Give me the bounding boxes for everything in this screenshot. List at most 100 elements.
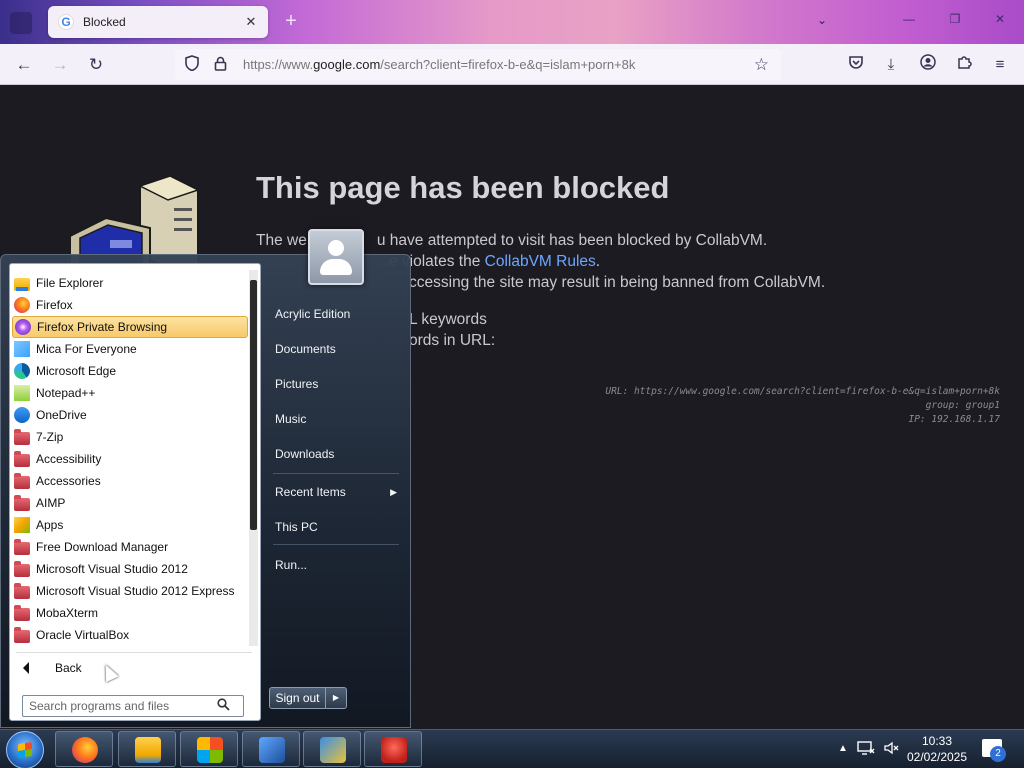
program-label: Microsoft Visual Studio 2012 xyxy=(36,562,188,576)
close-window-icon[interactable]: ✕ xyxy=(990,12,1010,26)
place-label: Pictures xyxy=(275,377,319,391)
bookmark-star-icon[interactable]: ☆ xyxy=(754,55,769,75)
taskbar-button[interactable] xyxy=(55,731,113,767)
taskbar-button[interactable] xyxy=(118,731,176,767)
tab-title: Blocked xyxy=(83,15,126,29)
pocket-icon[interactable] xyxy=(845,54,867,76)
tab-blocked[interactable]: G Blocked ✕ xyxy=(48,6,268,38)
program-label: AIMP xyxy=(36,496,66,510)
menu-hamburger-icon[interactable]: ≡ xyxy=(989,54,1011,76)
program-item[interactable]: MobaXterm xyxy=(12,602,248,624)
firefox-icon xyxy=(72,737,98,763)
program-item[interactable]: Firefox xyxy=(12,294,248,316)
program-label: Free Download Manager xyxy=(36,540,169,554)
program-item[interactable]: Apps xyxy=(12,514,248,536)
restore-icon[interactable]: ❐ xyxy=(945,12,965,26)
network-icon[interactable] xyxy=(857,740,875,759)
blocked-message-line-3: ccessing the site may result in being ba… xyxy=(409,274,826,291)
extensions-icon[interactable] xyxy=(953,54,975,76)
start-place-downloads[interactable]: Downloads xyxy=(275,443,399,465)
program-item[interactable]: Accessories xyxy=(12,470,248,492)
program-label: Firefox xyxy=(36,298,73,312)
place-label: This PC xyxy=(275,520,318,534)
shield-icon[interactable] xyxy=(181,55,203,74)
program-label: Accessibility xyxy=(36,452,102,466)
taskbar-button[interactable] xyxy=(303,731,361,767)
program-item[interactable]: 7-Zip xyxy=(12,426,248,448)
program-label: 7-Zip xyxy=(36,430,64,444)
start-place-music[interactable]: Music xyxy=(275,408,399,430)
program-item[interactable]: Accessibility xyxy=(12,448,248,470)
program-item[interactable]: File Explorer xyxy=(12,272,248,294)
start-orb-button[interactable] xyxy=(6,731,44,768)
mica-icon xyxy=(14,341,30,357)
folder-icon xyxy=(14,451,30,467)
program-item[interactable]: Microsoft Visual Studio 2012 Express xyxy=(12,580,248,602)
minimize-icon[interactable]: — xyxy=(899,12,919,26)
url-text[interactable]: https://www.google.com/search?client=fir… xyxy=(243,57,635,72)
start-search-box[interactable] xyxy=(22,695,244,717)
taskbar-button[interactable] xyxy=(364,731,422,767)
places-divider xyxy=(273,473,399,474)
all-programs-panel: File Explorer Firefox Firefox Private Brow… xyxy=(9,263,261,721)
start-place-acrylic-edition[interactable]: Acrylic Edition xyxy=(275,303,399,325)
sign-out-button[interactable]: Sign out xyxy=(269,687,326,709)
firefox-icon xyxy=(14,297,30,313)
volume-muted-icon[interactable] xyxy=(883,740,899,759)
system-clock[interactable]: 10:33 02/02/2025 xyxy=(902,733,972,765)
new-tab-button[interactable]: + xyxy=(281,10,301,33)
account-icon[interactable] xyxy=(917,54,939,76)
folder-icon xyxy=(14,473,30,489)
start-place-documents[interactable]: Documents xyxy=(275,338,399,360)
program-item[interactable]: Mica For Everyone xyxy=(12,338,248,360)
search-input[interactable] xyxy=(29,699,215,713)
start-place-run[interactable]: Run... xyxy=(275,554,399,576)
program-item[interactable]: Microsoft Edge xyxy=(12,360,248,382)
place-label: Downloads xyxy=(275,447,335,461)
taskbar-button[interactable] xyxy=(242,731,300,767)
list-all-tabs-icon[interactable]: ⌄ xyxy=(817,13,827,27)
user-avatar[interactable] xyxy=(308,229,364,285)
lock-icon[interactable] xyxy=(209,56,231,74)
firefox-private-icon xyxy=(15,319,31,335)
program-list-scrollbar[interactable] xyxy=(249,270,258,646)
scrollbar-thumb[interactable] xyxy=(250,280,257,530)
back-button[interactable]: Back xyxy=(18,656,248,680)
program-label: Oracle VirtualBox xyxy=(36,628,130,642)
downloads-icon[interactable]: ⤓ xyxy=(880,54,902,76)
computer-illustration-icon xyxy=(70,176,200,266)
program-label: Microsoft Edge xyxy=(36,364,117,378)
firefox-view-button[interactable] xyxy=(10,12,32,34)
navigation-toolbar: ← → ↻ https://www.google.com/search?clie… xyxy=(0,44,1024,85)
search-icon[interactable] xyxy=(217,698,230,714)
back-arrow-icon[interactable]: ← xyxy=(11,53,37,77)
folder-icon xyxy=(14,495,30,511)
program-label: Accessories xyxy=(36,474,101,488)
program-item[interactable]: Free Download Manager xyxy=(12,536,248,558)
taskbar-button[interactable] xyxy=(180,731,238,767)
start-place-recent-items[interactable]: Recent Items ▶ xyxy=(275,481,399,503)
program-item[interactable]: Notepad++ xyxy=(12,382,248,404)
reload-icon[interactable]: ↻ xyxy=(83,53,109,77)
close-tab-icon[interactable]: ✕ xyxy=(240,14,262,30)
start-place-this-pc[interactable]: This PC xyxy=(275,516,399,538)
program-label: Microsoft Visual Studio 2012 Express xyxy=(36,584,235,598)
program-item[interactable]: AIMP xyxy=(12,492,248,514)
collabvm-rules-link[interactable]: CollabVM Rules xyxy=(485,253,596,270)
start-place-pictures[interactable]: Pictures xyxy=(275,373,399,395)
apps-icon xyxy=(14,517,30,533)
show-hidden-icons-arrow-icon[interactable]: ▲ xyxy=(838,743,848,754)
shutdown-options-arrow-icon[interactable]: ▶ xyxy=(326,687,347,709)
place-label: Music xyxy=(275,412,307,426)
folder-icon xyxy=(14,429,30,445)
program-item[interactable]: OneDrive xyxy=(12,404,248,426)
taskbar: ▲ 10:33 02/02/2025 2 xyxy=(0,729,1024,768)
program-item[interactable]: Microsoft Visual Studio 2012 xyxy=(12,558,248,580)
url-bar[interactable]: https://www.google.com/search?client=fir… xyxy=(175,49,781,80)
program-item[interactable]: Firefox Private Browsing xyxy=(12,316,248,338)
blocked-message-line-2: e violates the CollabVM Rules. xyxy=(389,253,601,270)
program-item[interactable]: Oracle VirtualBox xyxy=(12,624,248,646)
app-icon xyxy=(259,737,285,763)
forward-arrow-icon[interactable]: → xyxy=(47,53,73,77)
meta-url: URL: https://www.google.com/search?clien… xyxy=(605,386,1000,397)
